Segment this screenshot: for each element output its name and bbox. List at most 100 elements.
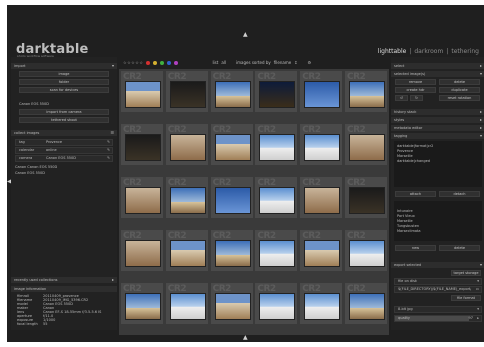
dropdown-icon[interactable]: ▾: [477, 279, 479, 284]
thumbnail[interactable]: CR2: [299, 229, 344, 272]
suggested-tag[interactable]: Intunaire: [397, 209, 413, 213]
attached-tag[interactable]: darktable|format|cr2: [397, 144, 433, 148]
collect-rule-1[interactable]: tag Provence ✎: [15, 139, 113, 146]
view-darkroom[interactable]: darkroom: [414, 48, 443, 55]
settings-gear-icon[interactable]: ⚙: [308, 60, 312, 65]
thumbnail[interactable]: CR2: [209, 70, 254, 113]
thumbnail[interactable]: CR2: [344, 176, 388, 219]
collapse-top-arrow-icon[interactable]: ▲: [243, 31, 248, 38]
collect-rule-2[interactable]: calendar online ✎: [15, 147, 113, 154]
color-label-dot-yellow-icon[interactable]: [153, 60, 158, 65]
export-selected-header[interactable]: export selected ▾: [391, 262, 484, 268]
thumbnail[interactable]: CR2: [254, 123, 299, 166]
thumbnail[interactable]: CR2: [209, 176, 254, 219]
storage-select[interactable]: file on disk ▾: [394, 278, 482, 285]
tagging-header[interactable]: tagging ▾: [391, 133, 484, 139]
remove-button[interactable]: remove: [395, 79, 436, 85]
collapse-icon[interactable]: ▸: [480, 109, 482, 115]
thumbnail[interactable]: CR2: [120, 282, 164, 325]
collapse-icon[interactable]: ▸: [480, 117, 482, 123]
sort-direction-icon[interactable]: ↕: [294, 60, 297, 65]
collapse-icon[interactable]: ▾: [112, 63, 114, 69]
delete-tag-button[interactable]: delete: [439, 245, 480, 251]
thumbnail[interactable]: CR2: [164, 123, 209, 166]
collapse-icon[interactable]: ▸: [480, 125, 482, 131]
tag-suggestions-list[interactable]: Intunaire Port Vieux Marseille Tungsbust…: [394, 201, 482, 241]
image-information-header[interactable]: image information: [11, 286, 117, 292]
metadata-editor-header[interactable]: metadata editor ▸: [391, 125, 484, 131]
detach-button[interactable]: detach: [439, 191, 480, 197]
import-section-header[interactable]: import ▾: [11, 63, 117, 69]
collapse-bottom-arrow-icon[interactable]: ▲: [243, 334, 248, 341]
format-select[interactable]: 8-bit jpg ▾: [394, 306, 482, 313]
thumbnail[interactable]: CR2: [120, 176, 164, 219]
rule-remove-icon[interactable]: ✎: [107, 148, 110, 153]
export-path-input[interactable]: $(FILE_DIRECTORY)/$(FILE_NAME)_export/$(…: [394, 286, 482, 293]
rule-remove-icon[interactable]: ✎: [107, 156, 110, 161]
thumbnail-grid[interactable]: CR2 CR2 CR2 CR2 CR2 CR2 CR2 CR2 CR2 CR2 CR2 CR2 CR2 C…: [119, 69, 389, 335]
thumbnail[interactable]: CR2: [344, 123, 388, 166]
thumbnail[interactable]: CR2: [254, 229, 299, 272]
thumbnail[interactable]: CR2: [299, 176, 344, 219]
history-stack-header[interactable]: history stack ▸: [391, 109, 484, 115]
thumbnail[interactable]: CR2: [299, 282, 344, 325]
view-lighttable[interactable]: lighttable: [378, 48, 407, 55]
create-hdr-button[interactable]: create hdr: [395, 87, 436, 93]
slider-arrow-icon[interactable]: ▸: [477, 316, 479, 321]
reset-rotation-button[interactable]: reset rotation: [439, 95, 480, 101]
thumbnail[interactable]: CR2: [344, 70, 388, 113]
import-image-button[interactable]: image: [19, 71, 109, 77]
suggested-tag[interactable]: Port Vieux: [397, 214, 415, 218]
attached-tags-list[interactable]: darktable|format|cr2 Provence Marseille …: [394, 141, 482, 187]
scan-devices-button[interactable]: scan for devices: [19, 87, 109, 93]
star-rating-filter[interactable]: ☆☆☆☆☆: [123, 60, 143, 65]
thumbnail[interactable]: CR2: [344, 282, 388, 325]
collapse-icon[interactable]: ▾: [480, 71, 482, 77]
thumbnail[interactable]: CR2: [299, 70, 344, 113]
attached-tag[interactable]: Marseille: [397, 154, 413, 158]
collect-section-header[interactable]: collect images ☰: [11, 130, 117, 136]
collapse-icon[interactable]: ▸: [480, 63, 482, 69]
new-tag-button[interactable]: new: [395, 245, 436, 251]
collect-result-2[interactable]: Canon EOS 550D: [15, 171, 45, 175]
recent-collections-header[interactable]: recently used collections ▸: [11, 277, 117, 283]
collapse-icon[interactable]: ▾: [480, 262, 482, 268]
sort-select[interactable]: filename: [274, 60, 291, 65]
thumbnail[interactable]: CR2: [120, 70, 164, 113]
suggested-tag[interactable]: Tungsbusten: [397, 224, 419, 228]
dropdown-icon[interactable]: ▾: [477, 307, 479, 312]
quality-slider[interactable]: quality 97 ▸: [394, 315, 482, 322]
styles-header[interactable]: styles ▸: [391, 117, 484, 123]
view-tethering[interactable]: tethering: [451, 48, 479, 55]
rule-remove-icon[interactable]: ✎: [107, 140, 110, 145]
thumbnail[interactable]: CR2: [209, 282, 254, 325]
color-label-dot-blue-icon[interactable]: [167, 60, 172, 65]
import-from-camera-button[interactable]: import from camera: [19, 109, 109, 115]
thumbnail[interactable]: CR2: [299, 123, 344, 166]
thumbnail[interactable]: CR2: [164, 70, 209, 113]
attached-tag[interactable]: Provence: [397, 149, 413, 153]
collect-rule-3[interactable]: camera Canon EOS 550D ✎: [15, 155, 113, 162]
folder-icon[interactable]: ▭: [476, 287, 479, 292]
thumbnail[interactable]: CR2: [209, 229, 254, 272]
collect-result-1[interactable]: Canon Canon EOS 550D: [15, 165, 57, 169]
select-section-header[interactable]: select ▸: [391, 63, 484, 69]
thumbnail[interactable]: CR2: [254, 176, 299, 219]
thumbnail[interactable]: CR2: [164, 229, 209, 272]
attach-button[interactable]: attach: [395, 191, 436, 197]
color-label-dot-purple-icon[interactable]: [174, 60, 179, 65]
collect-options-icon[interactable]: ☰: [110, 130, 114, 136]
color-label-dot-red-icon[interactable]: [146, 60, 151, 65]
thumbnail[interactable]: CR2: [164, 282, 209, 325]
import-folder-button[interactable]: folder: [19, 79, 109, 85]
thumbnail[interactable]: CR2: [254, 70, 299, 113]
view-filter-select[interactable]: all: [221, 60, 226, 65]
suggested-tag[interactable]: Marseclimata: [397, 229, 421, 233]
thumbnail[interactable]: CR2: [120, 123, 164, 166]
thumbnail[interactable]: CR2: [164, 176, 209, 219]
collapse-icon[interactable]: ▸: [112, 277, 114, 283]
attached-tag[interactable]: darktable|changed: [397, 159, 430, 163]
thumbnail[interactable]: CR2: [120, 229, 164, 272]
rotate-ccw-icon[interactable]: ↺: [395, 95, 408, 101]
suggested-tag[interactable]: Marseille: [397, 219, 413, 223]
